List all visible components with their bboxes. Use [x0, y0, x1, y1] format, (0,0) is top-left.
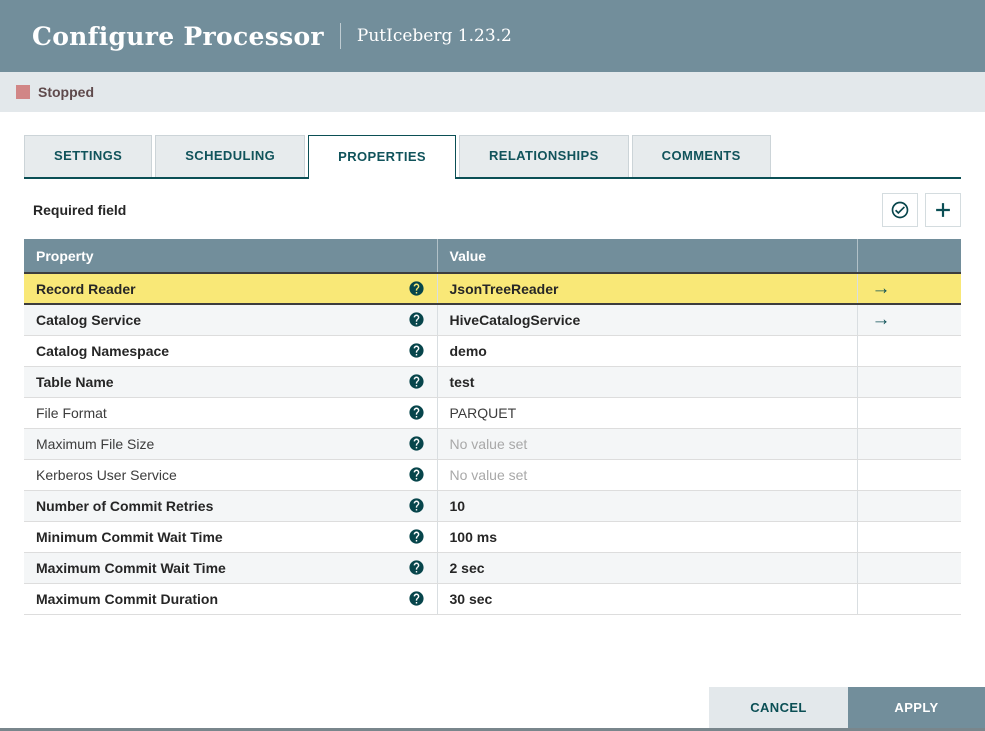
property-value-cell[interactable]: 10	[437, 490, 858, 522]
properties-toolbar: Required field	[24, 193, 961, 227]
property-row: Catalog Service HiveCatalogService →	[24, 304, 961, 336]
cancel-button[interactable]: CANCEL	[709, 687, 848, 728]
property-value-cell[interactable]: demo	[437, 335, 858, 367]
help-icon[interactable]	[408, 404, 425, 421]
properties-table: Property Value Record Reader JsonTreeRea…	[24, 239, 961, 615]
plus-icon	[932, 199, 954, 221]
property-value: demo	[449, 342, 487, 359]
property-value-cell[interactable]: PARQUET	[437, 397, 858, 429]
dialog-header: Configure Processor PutIceberg 1.23.2	[0, 0, 985, 72]
help-icon[interactable]	[408, 528, 425, 545]
property-name: Catalog Service	[36, 311, 142, 328]
property-value-cell[interactable]: HiveCatalogService	[437, 304, 858, 336]
property-value: No value set	[449, 466, 528, 483]
property-name: Maximum Commit Duration	[36, 590, 219, 607]
property-row: Record Reader JsonTreeReader →	[24, 272, 961, 305]
property-value: HiveCatalogService	[449, 311, 581, 328]
verify-properties-button[interactable]	[882, 193, 918, 227]
required-field-label: Required field	[33, 202, 127, 218]
property-row: Minimum Commit Wait Time 100 ms	[24, 521, 961, 553]
property-value: 2 sec	[449, 559, 485, 576]
property-row: Maximum Commit Wait Time 2 sec	[24, 552, 961, 584]
title-separator	[339, 23, 341, 49]
column-header-value: Value	[437, 239, 858, 273]
apply-button[interactable]: APPLY	[848, 687, 985, 728]
property-value: test	[449, 373, 475, 390]
property-row: Catalog Namespace demo	[24, 335, 961, 367]
property-value-cell[interactable]: No value set	[437, 459, 858, 491]
property-row: Kerberos User Service No value set	[24, 459, 961, 491]
tab-properties[interactable]: PROPERTIES	[308, 135, 456, 179]
tab-bar: SETTINGS SCHEDULING PROPERTIES RELATIONSHIP…	[24, 135, 961, 179]
property-row: Maximum File Size No value set	[24, 428, 961, 460]
property-value-cell[interactable]: 2 sec	[437, 552, 858, 584]
table-header-row: Property Value	[24, 239, 961, 273]
properties-table-body: Record Reader JsonTreeReader → Catalog S…	[24, 272, 961, 615]
property-name: Maximum File Size	[36, 435, 155, 452]
property-name: Catalog Namespace	[36, 342, 170, 359]
property-name: Record Reader	[36, 280, 136, 297]
property-name: Kerberos User Service	[36, 466, 177, 483]
property-name: Minimum Commit Wait Time	[36, 528, 223, 545]
go-to-service-arrow-icon[interactable]: →	[872, 278, 891, 299]
tab-comments[interactable]: COMMENTS	[631, 135, 771, 177]
help-icon[interactable]	[408, 497, 425, 514]
property-value: No value set	[449, 435, 528, 452]
processor-type-version: PutIceberg 1.23.2	[356, 26, 512, 46]
footer-buttons: CANCEL APPLY	[709, 687, 985, 728]
help-icon[interactable]	[408, 435, 425, 452]
help-icon[interactable]	[408, 373, 425, 390]
property-row: File Format PARQUET	[24, 397, 961, 429]
property-value: 10	[449, 497, 466, 514]
help-icon[interactable]	[408, 559, 425, 576]
property-name: File Format	[36, 404, 107, 421]
tab-relationships[interactable]: RELATIONSHIPS	[458, 135, 629, 177]
configure-processor-dialog: Configure Processor PutIceberg 1.23.2 St…	[0, 0, 985, 731]
dialog-title: Configure Processor	[32, 21, 324, 51]
property-value-cell[interactable]: No value set	[437, 428, 858, 460]
go-to-service-arrow-icon[interactable]: →	[872, 309, 891, 330]
status-label: Stopped	[38, 84, 94, 100]
help-icon[interactable]	[408, 590, 425, 607]
check-circle-icon	[890, 200, 910, 220]
column-header-goto	[857, 239, 961, 273]
property-value: 100 ms	[449, 528, 497, 545]
property-name: Number of Commit Retries	[36, 497, 214, 514]
property-value-cell[interactable]: JsonTreeReader	[437, 272, 858, 305]
help-icon[interactable]	[408, 311, 425, 328]
stopped-status-icon	[16, 85, 30, 99]
status-bar: Stopped	[0, 72, 985, 112]
help-icon[interactable]	[408, 280, 425, 297]
property-name: Maximum Commit Wait Time	[36, 559, 226, 576]
help-icon[interactable]	[408, 466, 425, 483]
property-name: Table Name	[36, 373, 114, 390]
dialog-content: SETTINGS SCHEDULING PROPERTIES RELATIONSHIP…	[0, 135, 985, 615]
property-value-cell[interactable]: test	[437, 366, 858, 398]
add-property-button[interactable]	[925, 193, 961, 227]
tab-settings[interactable]: SETTINGS	[24, 135, 153, 177]
help-icon[interactable]	[408, 342, 425, 359]
property-row: Number of Commit Retries 10	[24, 490, 961, 522]
property-value-cell[interactable]: 30 sec	[437, 583, 858, 615]
property-value: 30 sec	[449, 590, 493, 607]
property-row: Table Name test	[24, 366, 961, 398]
property-value: JsonTreeReader	[449, 280, 559, 297]
property-row: Maximum Commit Duration 30 sec	[24, 583, 961, 615]
toolbar-icon-buttons	[882, 193, 961, 227]
property-value-cell[interactable]: 100 ms	[437, 521, 858, 553]
property-value: PARQUET	[449, 404, 517, 421]
column-header-property: Property	[24, 239, 438, 273]
tab-scheduling[interactable]: SCHEDULING	[155, 135, 306, 177]
